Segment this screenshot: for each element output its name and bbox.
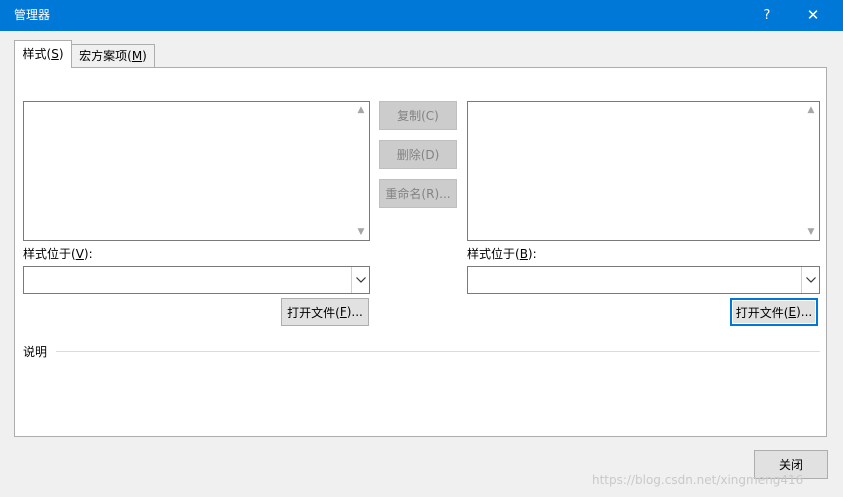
copy-button[interactable]: 复制(C) [379,101,457,130]
left-styles-in-combo[interactable] [23,266,370,294]
description-label: 说明 [23,345,48,359]
right-style-list[interactable]: ▲ ▼ [467,101,820,241]
delete-button[interactable]: 删除(D) [379,140,457,169]
left-style-list[interactable]: ▲ ▼ [23,101,370,241]
scroll-down-icon[interactable]: ▼ [803,224,819,240]
close-window-icon[interactable]: ✕ [790,0,836,31]
right-open-file-button[interactable]: 打开文件(E)... [730,298,818,326]
description-divider [56,351,820,352]
rename-button[interactable]: 重命名(R)... [379,179,457,208]
left-list-scrollbar[interactable]: ▲ ▼ [353,102,369,240]
right-styles-in-combo[interactable] [467,266,820,294]
left-styles-in-label: 样式位于(V): [23,247,93,261]
watermark: https://blog.csdn.net/xingmeng416 [592,473,804,487]
scroll-up-icon[interactable]: ▲ [803,102,819,118]
left-open-file-button[interactable]: 打开文件(F)... [281,298,369,326]
tab-macro-items[interactable]: 宏方案项(M) [72,44,155,68]
chevron-down-icon[interactable] [801,267,819,293]
window-title: 管理器 [14,8,51,22]
right-styles-in-label: 样式位于(B): [467,247,537,261]
scroll-down-icon[interactable]: ▼ [353,224,369,240]
right-list-scrollbar[interactable]: ▲ ▼ [803,102,819,240]
tab-styles[interactable]: 样式(S) [14,40,72,68]
chevron-down-icon[interactable] [351,267,369,293]
scroll-up-icon[interactable]: ▲ [353,102,369,118]
description-text [23,362,820,422]
help-button[interactable]: ? [744,0,790,31]
title-bar [0,0,843,31]
